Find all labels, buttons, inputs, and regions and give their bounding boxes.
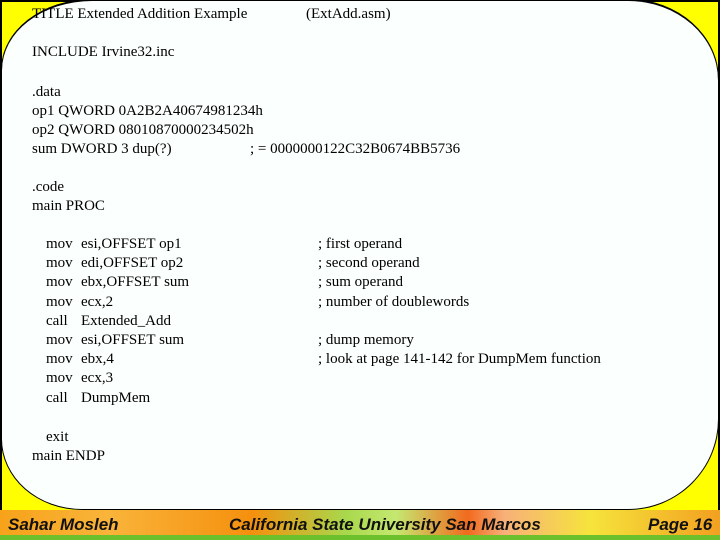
footer-strip [0, 535, 720, 540]
instruction-row: mov ebx,OFFSET sum [46, 273, 189, 292]
instruction-operands: Extended_Add [81, 312, 171, 329]
instruction-comment: ; first operand [318, 236, 403, 252]
exit-line: exit [46, 429, 69, 445]
instruction-opcode: mov [46, 351, 73, 368]
instruction-comment: ; second operand [318, 255, 420, 272]
instruction-comment: ; number of doublewords [318, 293, 470, 310]
instruction-row: mov ebx,4 [46, 350, 114, 369]
instruction-comment: ; look at page 141-142 for DumpMem funct… [318, 351, 601, 368]
instruction-row: call Extended_Add [46, 312, 171, 331]
instruction-opcode: mov [46, 370, 73, 387]
instruction-opcode: call [46, 389, 68, 406]
instruction-comment: ; sum operand [318, 274, 403, 291]
instruction-opcode: mov [46, 274, 73, 291]
footer-page-number: Page 16 [648, 515, 713, 534]
instruction-operands: ecx,3 [81, 370, 114, 387]
data-line-op1: op1 QWORD 0A2B2A40674981234h [32, 103, 263, 119]
instruction-opcode: mov [46, 236, 73, 252]
instruction-operands: ebx,4 [81, 351, 114, 368]
data-section-label: .data [32, 84, 61, 100]
title-line: TITLE Extended Addition Example [32, 6, 248, 22]
instruction-operands: edi,OFFSET op2 [81, 255, 184, 272]
instruction-row: mov esi,OFFSET sum [46, 331, 184, 350]
proc-end: main ENDP [32, 448, 105, 464]
instruction-row: mov esi,OFFSET op1 [46, 235, 182, 254]
instruction-opcode: call [46, 312, 68, 329]
instruction-operands: esi,OFFSET sum [81, 332, 185, 348]
instruction-comment: ; dump memory [318, 332, 414, 348]
sum-comment: ; = 0000000122C32B0674BB5736 [250, 141, 461, 157]
title-filename: (ExtAdd.asm) [306, 6, 391, 22]
proc-start: main PROC [32, 198, 105, 214]
footer-author: Sahar Mosleh [8, 515, 119, 534]
instruction-operands: ecx,2 [81, 293, 114, 310]
instruction-opcode: mov [46, 332, 73, 348]
instruction-row: mov ecx,2 [46, 293, 113, 312]
data-line-op2: op2 QWORD 08010870000234502h [32, 122, 254, 138]
instruction-row: call DumpMem [46, 389, 150, 408]
instruction-operands: esi,OFFSET op1 [81, 236, 182, 252]
data-line-sum: sum DWORD 3 dup(?) [32, 141, 172, 157]
instruction-row: mov ecx,3 [46, 369, 113, 388]
instruction-opcode: mov [46, 255, 73, 272]
instruction-operands: DumpMem [81, 389, 151, 406]
instruction-opcode: mov [46, 293, 73, 310]
instruction-row: mov edi,OFFSET op2 [46, 254, 183, 273]
footer-institution: California State University San Marcos [229, 515, 541, 534]
code-section-label: .code [32, 179, 65, 195]
instruction-operands: ebx,OFFSET sum [81, 274, 190, 291]
include-line: INCLUDE Irvine32.inc [32, 44, 175, 60]
